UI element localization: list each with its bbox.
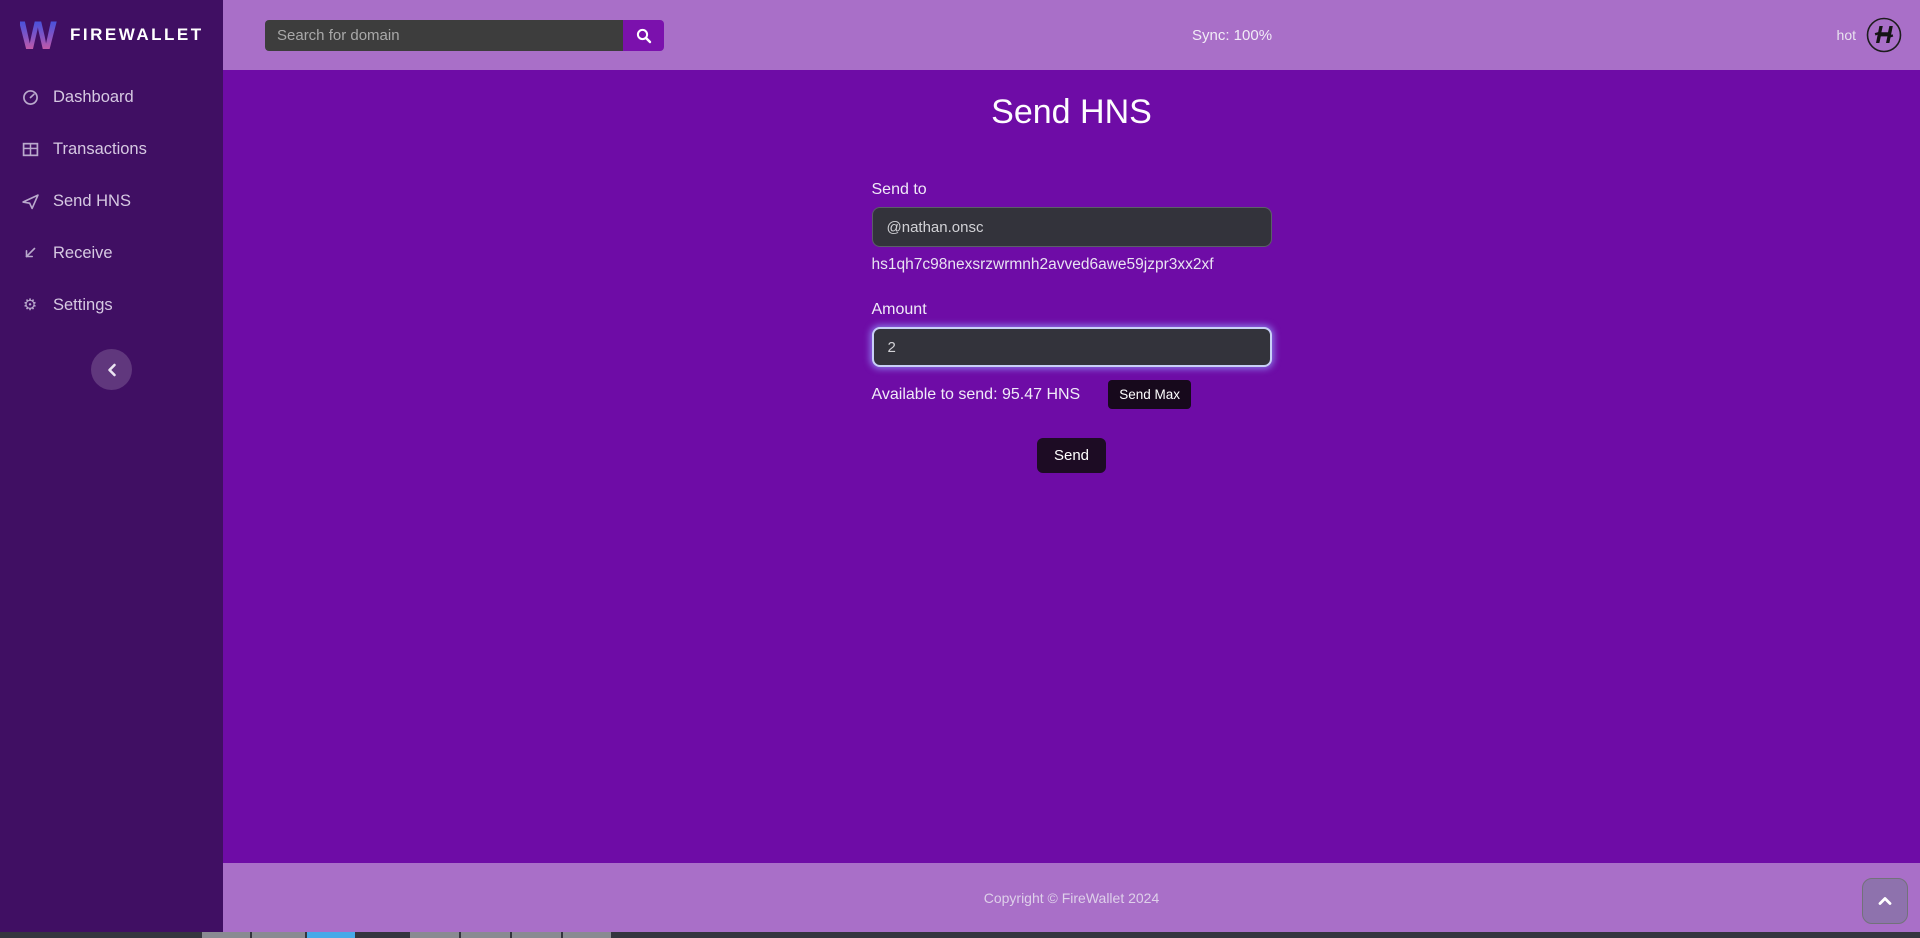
sidebar-item-dashboard[interactable]: Dashboard	[0, 71, 223, 123]
send-max-button[interactable]: Send Max	[1108, 380, 1191, 409]
domain-search-input[interactable]	[265, 20, 623, 51]
settings-gear-icon: ⚙	[20, 295, 40, 315]
taskbar-window-segment[interactable]	[563, 932, 611, 938]
taskbar-window-segment[interactable]	[461, 932, 510, 938]
resolved-address: hs1qh7c98nexsrzwrmnh2avved6awe59jzpr3xx2…	[872, 256, 1272, 274]
amount-input[interactable]	[872, 327, 1272, 367]
scroll-to-top-button[interactable]	[1862, 878, 1908, 924]
chevron-up-icon	[1878, 896, 1892, 906]
sidebar-item-label: Receive	[53, 244, 113, 263]
sidebar-item-label: Dashboard	[53, 88, 134, 107]
sidebar: W FIREWALLET Dashboard Transactions	[0, 0, 223, 932]
firewallet-logo-icon: W	[20, 14, 58, 56]
svg-text:W: W	[20, 14, 57, 56]
handshake-icon	[1866, 17, 1902, 53]
sidebar-item-receive[interactable]: Receive	[0, 227, 223, 279]
chevron-left-icon	[106, 363, 118, 377]
search-bar	[265, 20, 664, 51]
send-to-label: Send to	[872, 181, 1272, 199]
send-paper-plane-icon	[20, 193, 40, 210]
os-taskbar[interactable]	[0, 932, 1920, 938]
send-row: Send	[872, 438, 1272, 473]
send-button[interactable]: Send	[1037, 438, 1106, 473]
brand-name: FIREWALLET	[70, 25, 204, 45]
sync-status: Sync: 100%	[1192, 0, 1272, 70]
receive-arrow-icon	[20, 245, 40, 261]
topbar: Sync: 100% hot	[223, 0, 1920, 70]
wallet-name: hot	[1837, 27, 1856, 43]
taskbar-active-window-segment[interactable]	[307, 932, 355, 938]
copyright-text: Copyright © FireWallet 2024	[984, 890, 1160, 906]
transactions-table-icon	[20, 141, 40, 158]
brand[interactable]: W FIREWALLET	[0, 0, 223, 56]
send-form: Send to hs1qh7c98nexsrzwrmnh2avved6awe59…	[872, 181, 1272, 473]
available-balance: Available to send: 95.47 HNS	[872, 386, 1081, 404]
send-to-input[interactable]	[872, 207, 1272, 247]
sidebar-item-label: Transactions	[53, 140, 147, 159]
available-row: Available to send: 95.47 HNS Send Max	[872, 380, 1272, 409]
search-button[interactable]	[623, 20, 664, 51]
footer: Copyright © FireWallet 2024	[223, 863, 1920, 932]
wallet-chip[interactable]: hot	[1837, 0, 1902, 70]
sidebar-item-settings[interactable]: ⚙ Settings	[0, 279, 223, 331]
amount-label: Amount	[872, 301, 1272, 319]
sidebar-item-send-hns[interactable]: Send HNS	[0, 175, 223, 227]
taskbar-window-segment[interactable]	[512, 932, 561, 938]
taskbar-window-segment[interactable]	[202, 932, 250, 938]
content-area: Send HNS Send to hs1qh7c98nexsrzwrmnh2av…	[223, 70, 1920, 863]
sidebar-item-transactions[interactable]: Transactions	[0, 123, 223, 175]
dashboard-gauge-icon	[20, 89, 40, 106]
sidebar-collapse-button[interactable]	[91, 349, 132, 390]
sidebar-item-label: Settings	[53, 296, 113, 315]
main-column: Sync: 100% hot Send HNS Send to hs1qh7c9…	[223, 0, 1920, 932]
page-title: Send HNS	[223, 89, 1920, 136]
sidebar-item-label: Send HNS	[53, 192, 131, 211]
sidebar-nav: Dashboard Transactions Send HNS Receive	[0, 71, 223, 331]
app-window: W FIREWALLET Dashboard Transactions	[0, 0, 1920, 938]
taskbar-window-segment[interactable]	[410, 932, 459, 938]
taskbar-window-segment[interactable]	[252, 932, 305, 938]
search-icon	[636, 28, 652, 44]
